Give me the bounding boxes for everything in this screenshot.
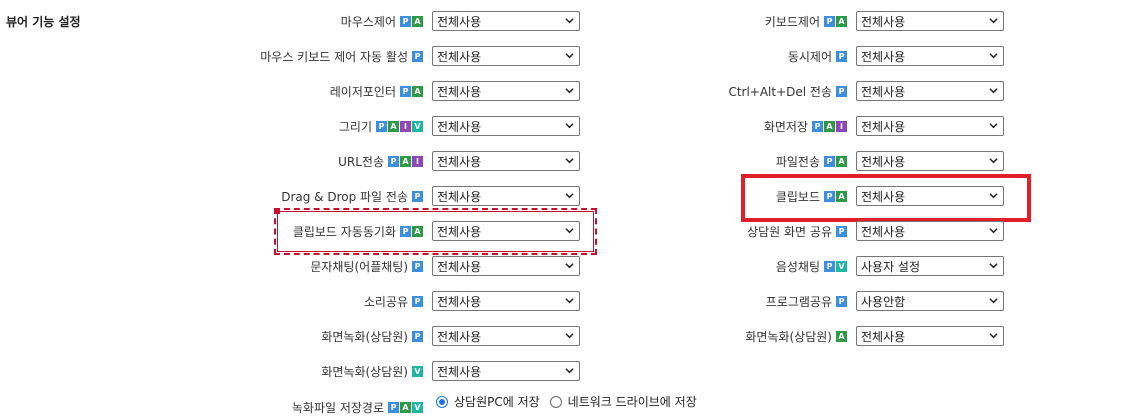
setting-label: 화면녹화(상담원) [321, 364, 408, 379]
radio-button[interactable] [549, 395, 562, 408]
setting-label-group: 음성채팅 P V [0, 255, 847, 277]
setting-label: 클립보드 [775, 189, 820, 204]
badge-p: P [836, 50, 847, 62]
chevron-down-icon [989, 18, 998, 24]
setting-label-group: 화면저장 P A I [0, 115, 847, 137]
badge-a: A [824, 120, 835, 132]
select-value: 전체사용 [437, 364, 482, 379]
setting-label: 화면저장 [763, 119, 808, 134]
chevron-down-icon [989, 158, 998, 164]
setting-label-group: 화면녹화(상담원) A [0, 325, 847, 347]
setting-label-group: 키보드제어 P A [0, 10, 847, 32]
badge-p: P [836, 225, 847, 237]
badge-a: A [836, 330, 847, 342]
select-value: 사용안함 [861, 294, 906, 309]
chevron-down-icon [989, 193, 998, 199]
setting-label-group: 파일전송 P A [0, 150, 847, 172]
setting-label: 동시제어 [787, 49, 832, 64]
badge-p: P [824, 260, 835, 272]
setting-label-group: 녹화파일 저장경로 P A V [0, 396, 423, 418]
select-value: 전체사용 [861, 49, 906, 64]
setting-label-group: 화면녹화(상담원) V [0, 360, 423, 382]
badge-p: P [824, 15, 835, 27]
chevron-down-icon [565, 368, 574, 374]
select-value: 전체사용 [861, 224, 906, 239]
badge-v: V [836, 260, 847, 272]
radio-button[interactable] [436, 395, 448, 408]
setting-label: Ctrl+Alt+Del 전송 [728, 84, 832, 99]
badge-p: P [824, 155, 835, 167]
chevron-down-icon [989, 263, 998, 269]
setting-label: 상담원 화면 공유 [747, 224, 832, 239]
select-value: 전체사용 [861, 119, 906, 134]
setting-select[interactable]: 전체사용 [856, 11, 1004, 31]
badge-i: I [836, 120, 847, 132]
setting-label: 녹화파일 저장경로 [291, 400, 384, 415]
setting-select[interactable]: 전체사용 [856, 116, 1004, 136]
badge-a: A [836, 155, 847, 167]
setting-label-group: Ctrl+Alt+Del 전송 P [0, 80, 847, 102]
setting-select[interactable]: 전체사용 [856, 186, 1004, 206]
setting-select[interactable]: 전체사용 [856, 46, 1004, 66]
setting-select[interactable]: 사용안함 [856, 291, 1004, 311]
setting-label-group: 클립보드 P A [0, 185, 847, 207]
select-value: 전체사용 [861, 84, 906, 99]
chevron-down-icon [989, 228, 998, 234]
chevron-down-icon [989, 333, 998, 339]
setting-select[interactable]: 전체사용 [856, 326, 1004, 346]
chevron-down-icon [989, 298, 998, 304]
setting-select[interactable]: 전체사용 [856, 151, 1004, 171]
select-value: 사용자 설정 [861, 259, 921, 274]
badge-p: P [388, 401, 399, 413]
badge-p: P [824, 190, 835, 202]
setting-label: 화면녹화(상담원) [745, 329, 832, 344]
badge-a: A [400, 401, 411, 413]
setting-label-group: 상담원 화면 공유 P [0, 220, 847, 242]
badge-p: P [836, 85, 847, 97]
chevron-down-icon [989, 53, 998, 59]
badge-v: V [412, 365, 423, 377]
badge-p: P [812, 120, 823, 132]
setting-label: 파일전송 [775, 154, 820, 169]
badge-p: P [836, 295, 847, 307]
setting-select[interactable]: 사용자 설정 [856, 256, 1004, 276]
select-value: 전체사용 [861, 189, 906, 204]
select-value: 전체사용 [861, 329, 906, 344]
setting-label-group: 동시제어 P [0, 45, 847, 67]
setting-label: 키보드제어 [764, 14, 820, 29]
badge-a: A [836, 190, 847, 202]
radio-label: 상담원PC에 저장 [454, 395, 540, 409]
setting-select[interactable]: 전체사용 [856, 81, 1004, 101]
badge-v: V [412, 401, 423, 413]
setting-select[interactable]: 전체사용 [432, 361, 580, 381]
select-value: 전체사용 [861, 14, 906, 29]
recording-path-radio-group: 상담원PC에 저장 네트워크 드라이브에 저장 [436, 393, 697, 410]
setting-label-group: 프로그램공유 P [0, 290, 847, 312]
select-value: 전체사용 [861, 154, 906, 169]
setting-select[interactable]: 전체사용 [856, 221, 1004, 241]
chevron-down-icon [989, 88, 998, 94]
setting-label: 프로그램공유 [765, 294, 832, 309]
radio-label: 네트워크 드라이브에 저장 [567, 395, 697, 409]
badge-a: A [836, 15, 847, 27]
chevron-down-icon [989, 123, 998, 129]
setting-label: 음성채팅 [775, 259, 820, 274]
